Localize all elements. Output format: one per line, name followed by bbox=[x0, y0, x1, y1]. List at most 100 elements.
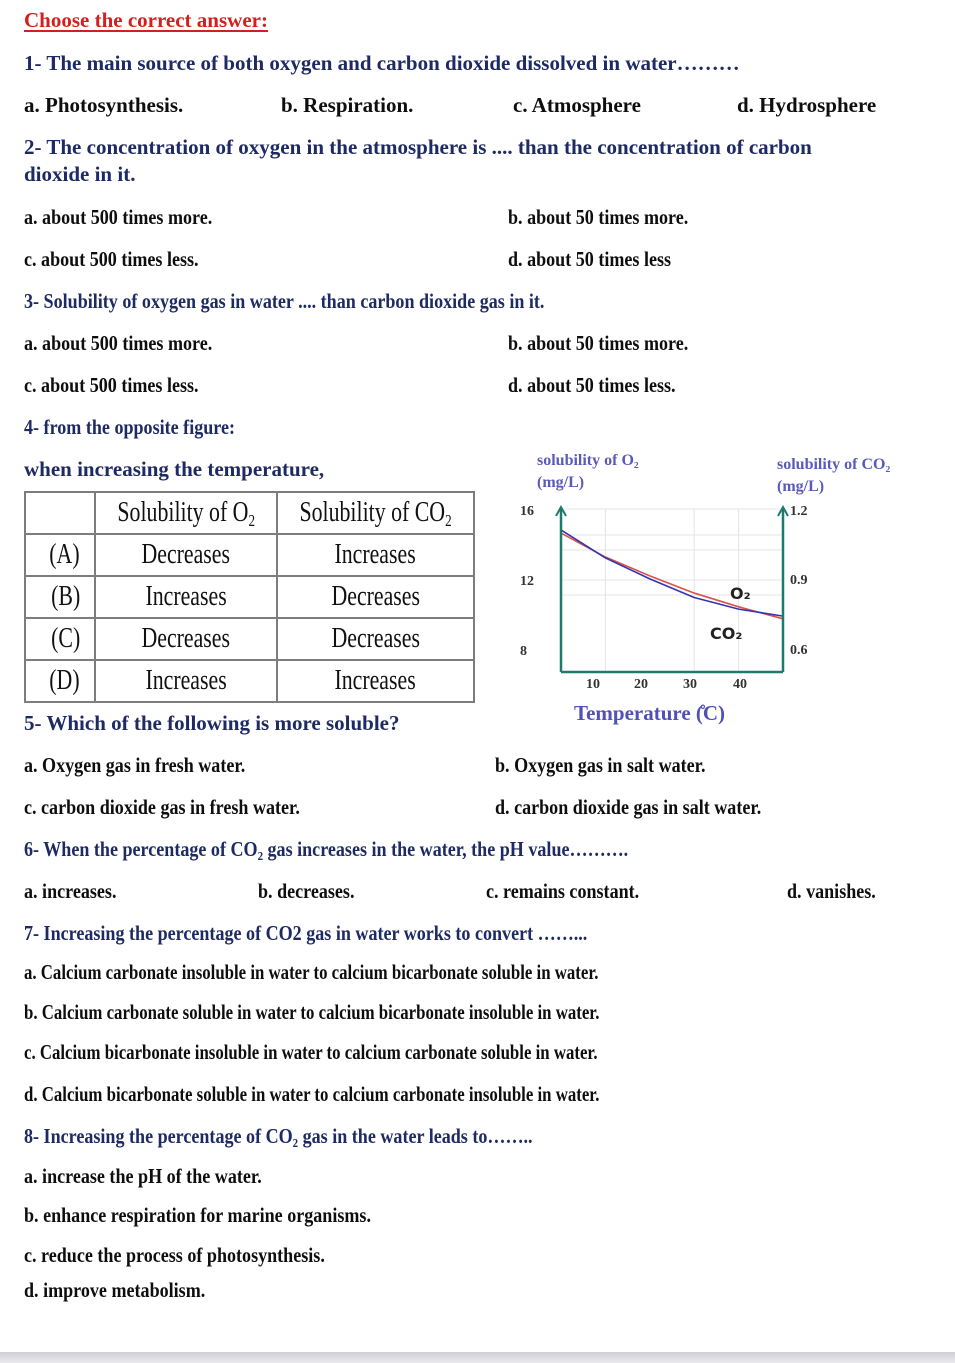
q6-option-d[interactable]: d. vanishes. bbox=[787, 879, 890, 904]
row-co2-cell: Increases bbox=[275, 659, 476, 703]
section-title: Choose the correct answer: bbox=[24, 8, 268, 32]
row-o2-cell: Decreases bbox=[94, 533, 278, 577]
q8-option-a-text: a. increase the pH of the water. bbox=[24, 1164, 262, 1188]
table-header-row: Solubility of O2 Solubility of CO2 bbox=[23, 491, 476, 535]
series-label-co2: CO₂ bbox=[710, 624, 742, 643]
q2-option-b[interactable]: b. about 50 times more. bbox=[508, 205, 718, 230]
question-3-stem-text: 3- Solubility of oxygen gas in water ...… bbox=[24, 289, 545, 313]
q6-option-b-text: b. decreases. bbox=[258, 879, 355, 903]
q3-option-a-text: a. about 500 times more. bbox=[24, 331, 213, 355]
q5-option-d[interactable]: d. carbon dioxide gas in salt water. bbox=[495, 795, 805, 820]
q8-option-b[interactable]: b. enhance respiration for marine organi… bbox=[24, 1203, 427, 1228]
row-label: (C) bbox=[23, 617, 97, 661]
q5-option-a[interactable]: a. Oxygen gas in fresh water. bbox=[24, 753, 281, 778]
answer-table: Solubility of O2 Solubility of CO2 (A) D… bbox=[23, 491, 476, 703]
left-y-tick-label: 16 bbox=[520, 504, 534, 519]
question-3-stem: 3- Solubility of oxygen gas in water ...… bbox=[24, 289, 629, 314]
series-line-o2 bbox=[560, 532, 784, 620]
question-1-stem: 1- The main source of both oxygen and ca… bbox=[24, 51, 740, 75]
row-o2-cell: Increases bbox=[94, 659, 278, 703]
q8-option-d[interactable]: d. improve metabolism. bbox=[24, 1278, 235, 1303]
q8-option-c[interactable]: c. reduce the process of photosynthesis. bbox=[24, 1243, 374, 1268]
q1-option-a[interactable]: a. Photosynthesis. bbox=[24, 93, 183, 118]
row-co2-cell: Decreases bbox=[275, 617, 476, 661]
row-o2-cell: Increases bbox=[94, 575, 278, 619]
question-8-stem-text: 8- Increasing the percentage of CO₂ gas … bbox=[24, 1124, 533, 1148]
q1-option-d[interactable]: d. Hydrosphere bbox=[737, 93, 876, 118]
page-bottom-edge bbox=[0, 1352, 955, 1363]
header-co2-subscript: 2 bbox=[444, 511, 452, 531]
q5-option-b-text: b. Oxygen gas in salt water. bbox=[495, 753, 706, 777]
q6-option-a[interactable]: a. increases. bbox=[24, 879, 132, 904]
q5-option-c[interactable]: c. carbon dioxide gas in fresh water. bbox=[24, 795, 345, 820]
q7-option-b[interactable]: b. Calcium carbonate soluble in water to… bbox=[24, 1000, 743, 1025]
q5-option-c-text: c. carbon dioxide gas in fresh water. bbox=[24, 795, 300, 819]
question-4-sub-stem: when increasing the temperature, bbox=[24, 457, 325, 481]
q2-option-d-text: d. about 50 times less bbox=[508, 247, 672, 271]
question-7-stem: 7- Increasing the percentage of CO2 gas … bbox=[24, 921, 679, 946]
chart-right-axis-title-line2: (mg/L) bbox=[777, 478, 825, 495]
q2-option-c[interactable]: c. about 500 times less. bbox=[24, 247, 227, 272]
q3-option-b-text: b. about 50 times more. bbox=[508, 331, 689, 355]
row-co2-cell: Decreases bbox=[275, 575, 476, 619]
question-8-stem: 8- Increasing the percentage of CO₂ gas … bbox=[24, 1124, 615, 1149]
table-row[interactable]: (C) Decreases Decreases bbox=[23, 617, 476, 661]
solubility-chart: 10 20 30 40 16 12 8 1.2 0.9 0.6 O₂ CO₂ bbox=[520, 504, 808, 692]
question-4-stem: 4- from the opposite figure: bbox=[24, 415, 269, 440]
question-4-stem-text: 4- from the opposite figure: bbox=[24, 415, 236, 439]
q3-option-c[interactable]: c. about 500 times less. bbox=[24, 373, 227, 398]
q3-option-b[interactable]: b. about 50 times more. bbox=[508, 331, 718, 356]
row-label: (B) bbox=[23, 575, 97, 619]
q2-option-d[interactable]: d. about 50 times less bbox=[508, 247, 698, 272]
q6-option-a-text: a. increases. bbox=[24, 879, 117, 903]
q6-option-b[interactable]: b. decreases. bbox=[258, 879, 370, 904]
right-y-tick-label: 0.6 bbox=[790, 643, 808, 658]
question-2-stem-line2: dioxide in it. bbox=[24, 162, 136, 186]
q1-option-c[interactable]: c. Atmosphere bbox=[513, 93, 641, 118]
table-header-o2: Solubility of O2 bbox=[94, 491, 278, 535]
header-o2-subscript: 2 bbox=[248, 511, 255, 531]
x-tick-label: 10 bbox=[586, 677, 600, 692]
q2-option-b-text: b. about 50 times more. bbox=[508, 205, 689, 229]
q7-option-c-text: c. Calcium bicarbonate insoluble in wate… bbox=[24, 1040, 598, 1064]
q3-option-a[interactable]: a. about 500 times more. bbox=[24, 331, 243, 356]
q2-option-a-text: a. about 500 times more. bbox=[24, 205, 213, 229]
row-label: (A) bbox=[23, 533, 97, 577]
q6-option-d-text: d. vanishes. bbox=[787, 879, 876, 903]
row-co2-cell: Increases bbox=[275, 533, 476, 577]
row-label: (D) bbox=[23, 659, 97, 703]
q8-option-a[interactable]: a. increase the pH of the water. bbox=[24, 1164, 300, 1189]
table-header-co2: Solubility of CO2 bbox=[275, 491, 476, 535]
q2-option-a[interactable]: a. about 500 times more. bbox=[24, 205, 243, 230]
question-6-stem-text: 6- When the percentage of CO₂ gas increa… bbox=[24, 837, 629, 861]
q7-option-c[interactable]: c. Calcium bicarbonate insoluble in wate… bbox=[24, 1040, 741, 1065]
series-label-o2: O₂ bbox=[730, 584, 751, 603]
q6-option-c[interactable]: c. remains constant. bbox=[486, 879, 664, 904]
x-tick-label: 40 bbox=[733, 677, 747, 692]
q7-option-a[interactable]: a. Calcium carbonate insoluble in water … bbox=[24, 960, 742, 985]
x-tick-label: 30 bbox=[683, 677, 697, 692]
chart-right-axis-title-line1: solubility of CO₂ bbox=[777, 456, 891, 473]
left-y-tick-label: 12 bbox=[520, 574, 534, 589]
q3-option-d[interactable]: d. about 50 times less. bbox=[508, 373, 703, 398]
right-y-tick-label: 0.9 bbox=[790, 573, 808, 588]
q6-option-c-text: c. remains constant. bbox=[486, 879, 640, 903]
table-row[interactable]: (D) Increases Increases bbox=[23, 659, 476, 703]
table-row[interactable]: (B) Increases Decreases bbox=[23, 575, 476, 619]
q1-option-b[interactable]: b. Respiration. bbox=[281, 93, 413, 118]
chart-x-axis-title: Temperature (̊C) bbox=[574, 701, 726, 725]
q8-option-b-text: b. enhance respiration for marine organi… bbox=[24, 1203, 371, 1227]
table-header-empty bbox=[23, 491, 97, 535]
question-2-stem-line1: 2- The concentration of oxygen in the at… bbox=[24, 135, 812, 159]
chart-left-axis-title-line1: solubility of O₂ bbox=[537, 452, 639, 469]
series-line-co2 bbox=[560, 529, 784, 617]
header-o2-text: Solubility of O bbox=[117, 497, 249, 528]
q3-option-c-text: c. about 500 times less. bbox=[24, 373, 199, 397]
q5-option-a-text: a. Oxygen gas in fresh water. bbox=[24, 753, 246, 777]
question-5-stem: 5- Which of the following is more solubl… bbox=[24, 711, 400, 735]
question-6-stem: 6- When the percentage of CO₂ gas increa… bbox=[24, 837, 727, 862]
q5-option-b[interactable]: b. Oxygen gas in salt water. bbox=[495, 753, 740, 778]
q8-option-c-text: c. reduce the process of photosynthesis. bbox=[24, 1243, 325, 1267]
table-row[interactable]: (A) Decreases Increases bbox=[23, 533, 476, 577]
q7-option-d[interactable]: d. Calcium bicarbonate soluble in water … bbox=[24, 1082, 743, 1107]
